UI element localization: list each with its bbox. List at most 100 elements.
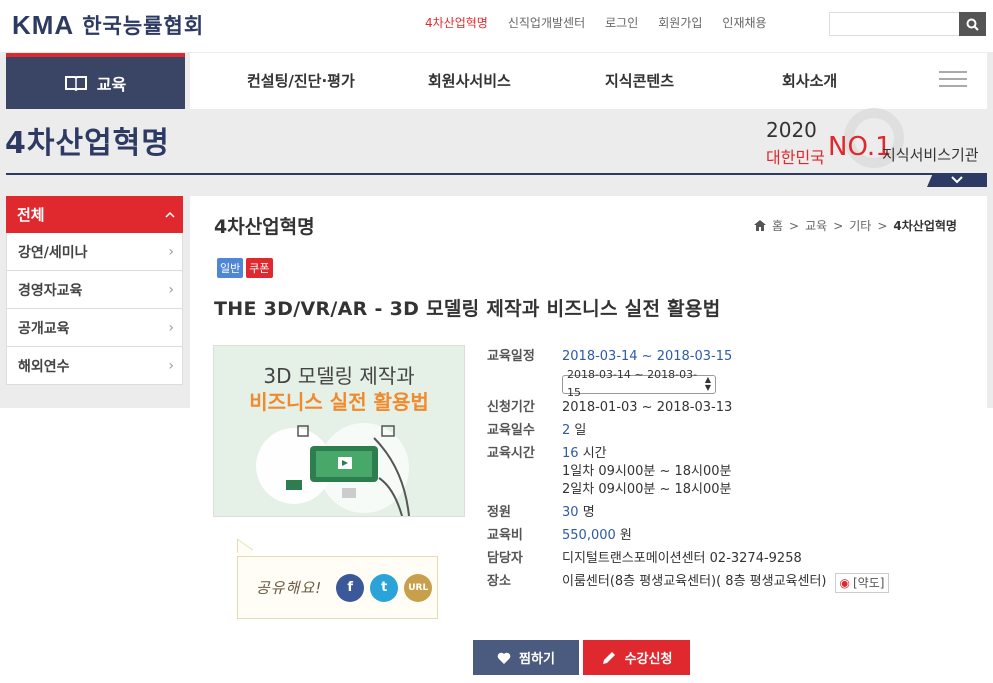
- badge-general: 일반: [217, 258, 244, 278]
- detail-hours-day1: 1일차 09시00분 ~ 18시00분: [562, 463, 732, 479]
- nav-item-consulting[interactable]: 컨설팅/진단·평가: [247, 70, 355, 91]
- top-links: 4차산업혁명 신직업개발센터 로그인 회원가입 인재채용: [425, 14, 767, 31]
- detail-key: 장소: [487, 573, 511, 589]
- schedule-select-value: 2018-03-14 ~ 2018-03-15: [567, 368, 698, 399]
- detail-row-apply: 신청기간 2018-01-03 ~ 2018-03-13: [487, 399, 927, 417]
- detail-row-place: 장소 이룸센터(8층 평생교육센터)( 8층 평생교육센터) ◉ [약도]: [487, 572, 927, 593]
- top-link-signup[interactable]: 회원가입: [658, 14, 702, 31]
- url-icon[interactable]: URL: [404, 573, 433, 602]
- kma-logo[interactable]: KMA 한국능률협회: [12, 8, 204, 42]
- detail-cap-unit: 명: [582, 504, 595, 520]
- detail-key: 교육시간: [487, 445, 535, 461]
- chevron-right-icon: ›: [168, 319, 174, 336]
- top-link-recruit[interactable]: 인재채용: [722, 14, 766, 31]
- sidebar-item-public[interactable]: 공개교육 ›: [6, 309, 183, 347]
- nav-item-knowledge-content[interactable]: 지식콘텐츠: [605, 70, 674, 91]
- sidebar-item-all[interactable]: 전체: [6, 196, 183, 233]
- detail-fee-num: 550,000: [562, 527, 616, 543]
- expand-toggle[interactable]: [927, 173, 987, 187]
- detail-cap-num: 30: [562, 504, 579, 520]
- detail-row-capacity: 정원 30 명: [487, 504, 927, 522]
- detail-key: 교육비: [487, 527, 523, 543]
- top-header: KMA 한국능률협회 4차산업혁명 신직업개발센터 로그인 회원가입 인재채용: [0, 0, 993, 52]
- sidebar-item-lecture[interactable]: 강연/세미나 ›: [6, 233, 183, 271]
- heart-icon: [497, 652, 511, 664]
- search-icon: [966, 18, 979, 31]
- search-box: [829, 12, 986, 36]
- sidebar-item-label: 경영자교육: [18, 282, 83, 299]
- nav-education[interactable]: 교육: [6, 53, 185, 109]
- course-thumbnail: 3D 모델링 제작과 비즈니스 실전 활용법: [213, 345, 465, 517]
- award-country: 대한민국: [766, 148, 825, 167]
- logo-subtext: 한국능률협회: [82, 14, 205, 38]
- content-title: 4차산업혁명: [214, 216, 315, 238]
- sidebar-item-label: 공개교육: [18, 320, 70, 337]
- sidebar-item-overseas[interactable]: 해외연수 ›: [6, 347, 183, 385]
- title-divider: [6, 173, 986, 175]
- breadcrumb-etc[interactable]: 기타: [849, 217, 871, 234]
- chevron-up-icon: [165, 211, 175, 218]
- detail-row-days: 교육일수 2 일: [487, 422, 927, 440]
- home-icon: [754, 220, 766, 231]
- search-button[interactable]: [959, 12, 986, 36]
- logo-text: KMA: [12, 9, 75, 40]
- map-pin-icon: ◉: [839, 575, 850, 590]
- page-title: 4차산업혁명: [5, 126, 170, 161]
- hamburger-menu-icon[interactable]: [939, 71, 967, 87]
- nav-item-member-service[interactable]: 회원사서비스: [428, 70, 511, 91]
- breadcrumb-home[interactable]: 홈: [772, 217, 783, 234]
- detail-date-value: 2018-03-14 ~ 2018-03-15: [562, 349, 733, 364]
- detail-hours-day2: 2일차 09시00분 ~ 18시00분: [562, 481, 732, 497]
- detail-hours-num: 16: [562, 445, 579, 461]
- breadcrumb-current: 4차산업혁명: [893, 219, 957, 233]
- course-details: 교육일정 2018-03-14 ~ 2018-03-15 2018-03-14 …: [487, 348, 927, 598]
- select-arrows-icon: ▲ ▼: [704, 375, 711, 392]
- detail-place-value: 이룸센터(8층 평생교육센터)( 8층 평생교육센터): [562, 573, 827, 589]
- detail-row-date: 교육일정 2018-03-14 ~ 2018-03-15 2018-03-14 …: [487, 348, 927, 399]
- detail-contact-value: 디지털트랜스포메이션센터 02-3274-9258: [562, 550, 802, 566]
- chevron-right-icon: ›: [168, 281, 174, 298]
- book-icon: [64, 76, 87, 91]
- detail-key: 교육일수: [487, 422, 535, 438]
- breadcrumb-education[interactable]: 교육: [805, 217, 827, 234]
- main-nav: 컨설팅/진단·평가 회원사서비스 지식콘텐츠 회사소개: [190, 53, 987, 109]
- chevron-right-icon: ›: [168, 357, 174, 374]
- award-year: 2020: [766, 118, 817, 142]
- share-box: 공유해요! f t URL: [237, 556, 438, 619]
- wishlist-button-label: 찜하기: [519, 652, 555, 667]
- detail-key: 담당자: [487, 550, 523, 566]
- detail-fee-unit: 원: [619, 527, 632, 543]
- detail-key: 교육일정: [487, 349, 535, 364]
- map-link[interactable]: ◉ [약도]: [834, 572, 890, 593]
- thumbnail-line2: 비즈니스 실전 활용법: [249, 390, 429, 414]
- detail-row-hours: 교육시간 16 시간 1일차 09시00분 ~ 18시00분 2일차 09시00…: [487, 445, 927, 499]
- top-link-new-job-center[interactable]: 신직업개발센터: [508, 14, 585, 31]
- enroll-button[interactable]: 수강신청: [583, 640, 690, 675]
- search-input[interactable]: [829, 12, 959, 36]
- detail-row-contact: 담당자 디지털트랜스포메이션센터 02-3274-9258: [487, 550, 927, 568]
- detail-key: 정원: [487, 504, 511, 520]
- nav-item-company[interactable]: 회사소개: [782, 70, 837, 91]
- sidebar-item-executive[interactable]: 경영자교육 ›: [6, 271, 183, 309]
- top-link-4th-industry[interactable]: 4차산업혁명: [425, 14, 488, 31]
- nav-education-label: 교육: [96, 75, 127, 94]
- detail-hours-unit: 시간: [582, 445, 607, 461]
- vr-illustration-icon: [256, 423, 410, 516]
- twitter-icon[interactable]: t: [370, 573, 399, 602]
- breadcrumb: 홈 > 교육 > 기타 > 4차산업혁명: [754, 217, 957, 234]
- course-title: THE 3D/VR/AR - 3D 모델링 제작과 비즈니스 실전 활용법: [214, 298, 721, 320]
- sidebar: 전체 강연/세미나 › 경영자교육 › 공개교육 › 해외연수 ›: [6, 196, 183, 385]
- sidebar-item-label: 강연/세미나: [18, 244, 88, 261]
- wishlist-button[interactable]: 찜하기: [473, 640, 579, 675]
- schedule-select[interactable]: 2018-03-14 ~ 2018-03-15 ▲ ▼: [562, 368, 716, 399]
- badge-coupon: 쿠폰: [246, 258, 273, 278]
- top-link-login[interactable]: 로그인: [605, 14, 638, 31]
- detail-days-num: 2: [562, 422, 571, 438]
- enroll-button-label: 수강신청: [624, 652, 673, 667]
- award-badge: 2020 대한민국 NO.1 지식서비스기관: [760, 108, 990, 168]
- detail-key: 신청기간: [487, 399, 535, 415]
- pencil-icon: [602, 651, 615, 664]
- facebook-icon[interactable]: f: [336, 573, 365, 602]
- thumbnail-line1: 3D 모델링 제작과: [263, 364, 415, 388]
- chevron-right-icon: ›: [168, 243, 174, 260]
